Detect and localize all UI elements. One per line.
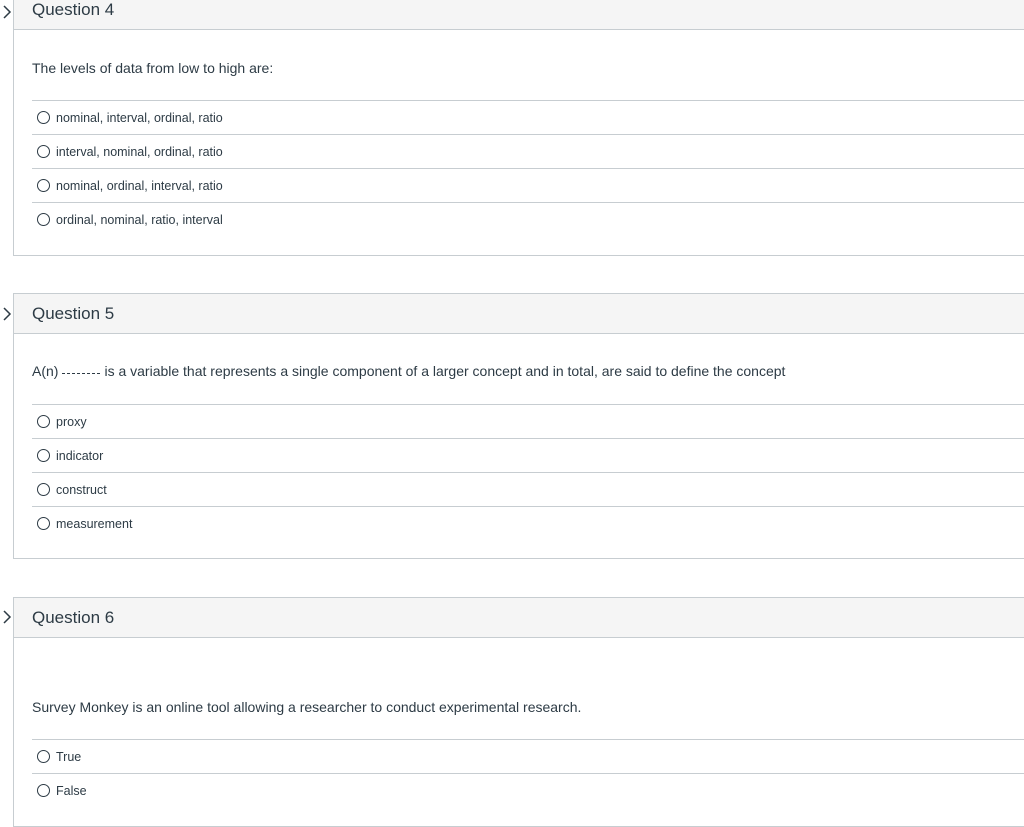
radio-button[interactable]: [37, 179, 50, 192]
answer-list: proxy indicator construct measurement: [32, 404, 1024, 540]
answer-option[interactable]: interval, nominal, ordinal, ratio: [32, 134, 1024, 168]
question-5: Question 5 A(n) is a variable that repres…: [3, 293, 1024, 559]
radio-button[interactable]: [37, 750, 50, 763]
answer-label: indicator: [56, 448, 104, 463]
radio-button[interactable]: [37, 517, 50, 530]
question-text: Survey Monkey is an online tool allowing…: [32, 699, 582, 715]
answer-list: True False: [32, 739, 1024, 807]
question-title: Question 5: [14, 294, 1024, 334]
radio-button[interactable]: [37, 784, 50, 797]
answer-label: nominal, interval, ordinal, ratio: [56, 110, 223, 125]
answer-option[interactable]: False: [32, 773, 1024, 807]
answer-option[interactable]: True: [32, 739, 1024, 773]
chevron-right-icon[interactable]: [2, 306, 12, 322]
answer-list: nominal, interval, ordinal, ratio interv…: [32, 100, 1024, 236]
question-text: A(n) is a variable that represents a sing…: [32, 363, 785, 379]
question-text-prefix: A(n): [32, 363, 59, 379]
answer-option[interactable]: construct: [32, 472, 1024, 506]
fill-in-blank: [62, 373, 101, 374]
answer-option[interactable]: measurement: [32, 506, 1024, 540]
radio-button[interactable]: [37, 111, 50, 124]
answer-option[interactable]: indicator: [32, 438, 1024, 472]
answer-label: measurement: [56, 516, 133, 531]
question-text-suffix: is a variable that represents a single c…: [104, 363, 786, 379]
chevron-right-icon[interactable]: [2, 609, 12, 625]
answer-option[interactable]: ordinal, nominal, ratio, interval: [32, 202, 1024, 236]
question-4: Question 4 The levels of data from low t…: [3, 0, 1024, 256]
radio-button[interactable]: [37, 483, 50, 496]
radio-button[interactable]: [37, 415, 50, 428]
answer-label: ordinal, nominal, ratio, interval: [56, 212, 223, 227]
answer-label: False: [56, 783, 87, 798]
answer-option[interactable]: nominal, ordinal, interval, ratio: [32, 168, 1024, 202]
answer-label: True: [56, 749, 82, 764]
radio-button[interactable]: [37, 145, 50, 158]
radio-button[interactable]: [37, 213, 50, 226]
answer-option[interactable]: nominal, interval, ordinal, ratio: [32, 100, 1024, 134]
answer-label: construct: [56, 482, 107, 497]
question-title: Question 4: [14, 0, 1024, 30]
question-text: The levels of data from low to high are:: [32, 60, 274, 76]
answer-label: interval, nominal, ordinal, ratio: [56, 144, 223, 159]
question-title: Question 6: [14, 598, 1024, 638]
answer-label: nominal, ordinal, interval, ratio: [56, 178, 223, 193]
chevron-right-icon[interactable]: [2, 4, 12, 20]
answer-option[interactable]: proxy: [32, 404, 1024, 438]
question-6: Question 6 Survey Monkey is an online to…: [3, 597, 1024, 827]
answer-label: proxy: [56, 414, 87, 429]
radio-button[interactable]: [37, 449, 50, 462]
